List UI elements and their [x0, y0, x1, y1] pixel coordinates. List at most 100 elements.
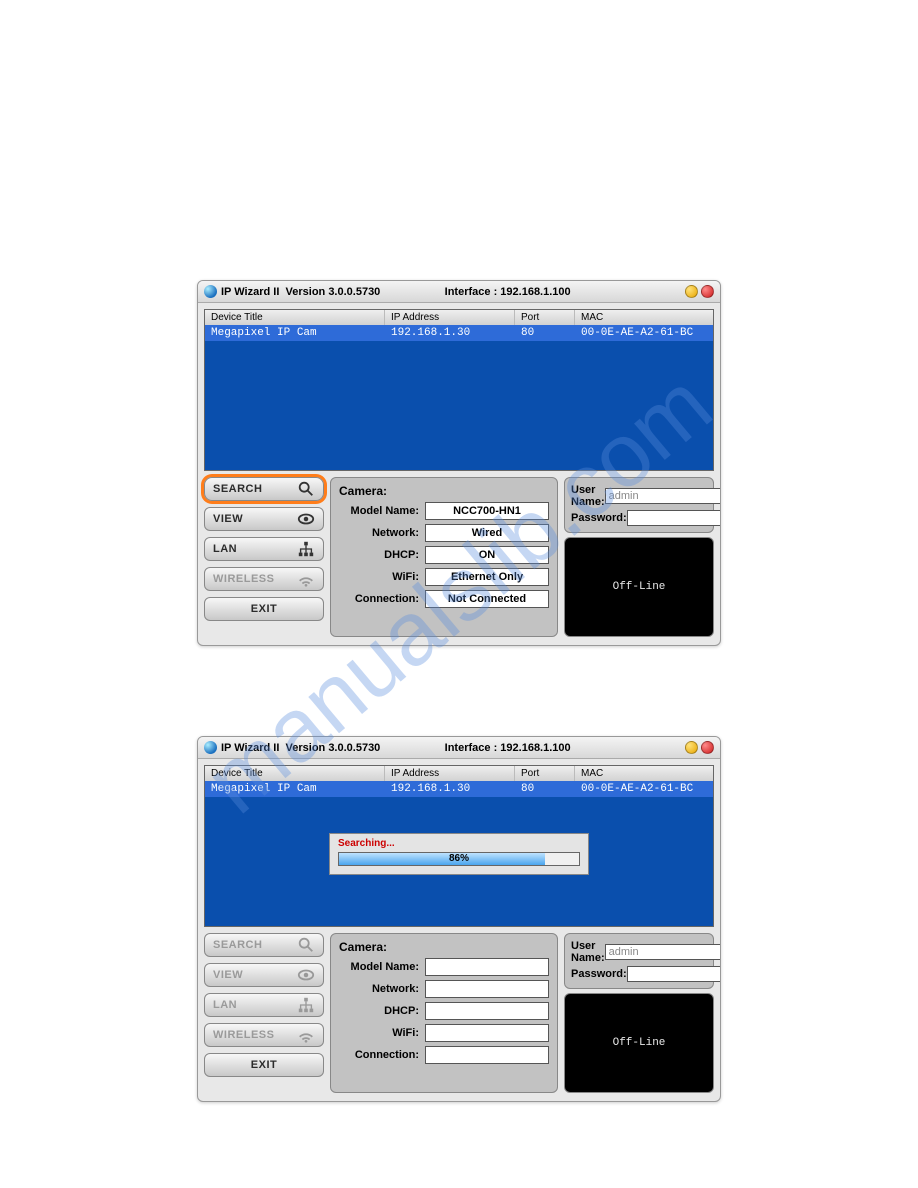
username-input[interactable]	[605, 488, 721, 504]
wireless-button[interactable]: WIRELESS	[204, 567, 324, 591]
cell-ip: 192.168.1.30	[385, 325, 515, 341]
minimize-icon[interactable]	[685, 741, 698, 754]
device-row[interactable]: Megapixel IP Cam 192.168.1.30 80 00-0E-A…	[205, 325, 713, 341]
connection-value: Not Connected	[425, 590, 549, 608]
lan-button-label: LAN	[213, 999, 237, 1011]
network-label: Network:	[339, 983, 419, 995]
connection-label: Connection:	[339, 593, 419, 605]
view-button-label: VIEW	[213, 969, 243, 981]
wireless-button-label: WIRELESS	[213, 1029, 274, 1041]
action-buttons: SEARCH VIEW LAN WIRELESS	[204, 477, 324, 637]
eye-icon	[297, 966, 315, 984]
view-button-label: VIEW	[213, 513, 243, 525]
progress-bar: 86%	[338, 852, 580, 866]
video-preview: Off-Line	[564, 993, 714, 1093]
interface-label: Interface : 192.168.1.100	[445, 742, 571, 754]
col-port[interactable]: Port	[515, 766, 575, 781]
interface-label: Interface : 192.168.1.100	[445, 286, 571, 298]
preview-status: Off-Line	[613, 1037, 666, 1049]
dhcp-label: DHCP:	[339, 1005, 419, 1017]
wifi-label: WiFi:	[339, 571, 419, 583]
username-input[interactable]	[605, 944, 721, 960]
col-mac[interactable]: MAC	[575, 766, 713, 781]
close-icon[interactable]	[701, 741, 714, 754]
col-mac[interactable]: MAC	[575, 310, 713, 325]
minimize-icon[interactable]	[685, 285, 698, 298]
wireless-button[interactable]: WIRELESS	[204, 1023, 324, 1047]
password-label: Password:	[571, 968, 627, 980]
col-ip-address[interactable]: IP Address	[385, 310, 515, 325]
lan-button[interactable]: LAN	[204, 537, 324, 561]
network-label: Network:	[339, 527, 419, 539]
view-button[interactable]: VIEW	[204, 963, 324, 987]
password-label: Password:	[571, 512, 627, 524]
model-label: Model Name:	[339, 961, 419, 973]
app-title: IP Wizard II Version 3.0.0.5730	[221, 286, 380, 298]
device-row[interactable]: Megapixel IP Cam 192.168.1.30 80 00-0E-A…	[205, 781, 713, 797]
cell-ip: 192.168.1.30	[385, 781, 515, 797]
dhcp-label: DHCP:	[339, 549, 419, 561]
device-list: Device Title IP Address Port MAC Megapix…	[204, 765, 714, 927]
lan-button-label: LAN	[213, 543, 237, 555]
col-device-title[interactable]: Device Title	[205, 766, 385, 781]
model-value	[425, 958, 549, 976]
wifi-value	[425, 1024, 549, 1042]
username-label: User Name:	[571, 940, 605, 964]
device-list-header: Device Title IP Address Port MAC	[205, 766, 713, 781]
password-input[interactable]	[627, 510, 721, 526]
searching-label: Searching...	[338, 838, 580, 849]
eye-icon	[297, 510, 315, 528]
device-list-header: Device Title IP Address Port MAC	[205, 310, 713, 325]
exit-button[interactable]: EXIT	[204, 597, 324, 621]
preview-status: Off-Line	[613, 581, 666, 593]
wireless-button-label: WIRELESS	[213, 573, 274, 585]
wifi-icon	[297, 1026, 315, 1044]
cell-device-title: Megapixel IP Cam	[205, 781, 385, 797]
cell-mac: 00-0E-AE-A2-61-BC	[575, 781, 713, 797]
view-button[interactable]: VIEW	[204, 507, 324, 531]
cell-port: 80	[515, 325, 575, 341]
credentials-panel: User Name: Password:	[564, 477, 714, 533]
network-value: Wired	[425, 524, 549, 542]
wifi-value: Ethernet Only	[425, 568, 549, 586]
close-icon[interactable]	[701, 285, 714, 298]
exit-button-label: EXIT	[251, 1059, 277, 1071]
ip-wizard-window-1: IP Wizard II Version 3.0.0.5730 Interfac…	[197, 280, 721, 646]
wifi-label: WiFi:	[339, 1027, 419, 1039]
globe-icon	[204, 741, 217, 754]
search-button-label: SEARCH	[213, 939, 262, 951]
username-label: User Name:	[571, 484, 605, 508]
model-value: NCC700-HN1	[425, 502, 549, 520]
cell-device-title: Megapixel IP Cam	[205, 325, 385, 341]
col-port[interactable]: Port	[515, 310, 575, 325]
globe-icon	[204, 285, 217, 298]
network-value	[425, 980, 549, 998]
camera-panel: Camera: Model Name:NCC700-HN1 Network:Wi…	[330, 477, 558, 637]
col-device-title[interactable]: Device Title	[205, 310, 385, 325]
progress-percent: 86%	[339, 853, 579, 865]
cell-port: 80	[515, 781, 575, 797]
search-button[interactable]: SEARCH	[204, 933, 324, 957]
app-title: IP Wizard II Version 3.0.0.5730	[221, 742, 380, 754]
dhcp-value	[425, 1002, 549, 1020]
lan-button[interactable]: LAN	[204, 993, 324, 1017]
exit-button[interactable]: EXIT	[204, 1053, 324, 1077]
titlebar: IP Wizard II Version 3.0.0.5730 Interfac…	[198, 737, 720, 759]
dhcp-value: ON	[425, 546, 549, 564]
cell-mac: 00-0E-AE-A2-61-BC	[575, 325, 713, 341]
network-icon	[297, 540, 315, 558]
connection-value	[425, 1046, 549, 1064]
camera-heading: Camera:	[339, 940, 549, 954]
search-button[interactable]: SEARCH	[204, 477, 324, 501]
wifi-icon	[297, 570, 315, 588]
col-ip-address[interactable]: IP Address	[385, 766, 515, 781]
password-input[interactable]	[627, 966, 721, 982]
action-buttons: SEARCH VIEW LAN WIRELESS	[204, 933, 324, 1093]
device-list: Device Title IP Address Port MAC Megapix…	[204, 309, 714, 471]
credentials-panel: User Name: Password:	[564, 933, 714, 989]
network-icon	[297, 996, 315, 1014]
search-button-label: SEARCH	[213, 483, 262, 495]
search-icon	[297, 936, 315, 954]
camera-heading: Camera:	[339, 484, 549, 498]
titlebar: IP Wizard II Version 3.0.0.5730 Interfac…	[198, 281, 720, 303]
